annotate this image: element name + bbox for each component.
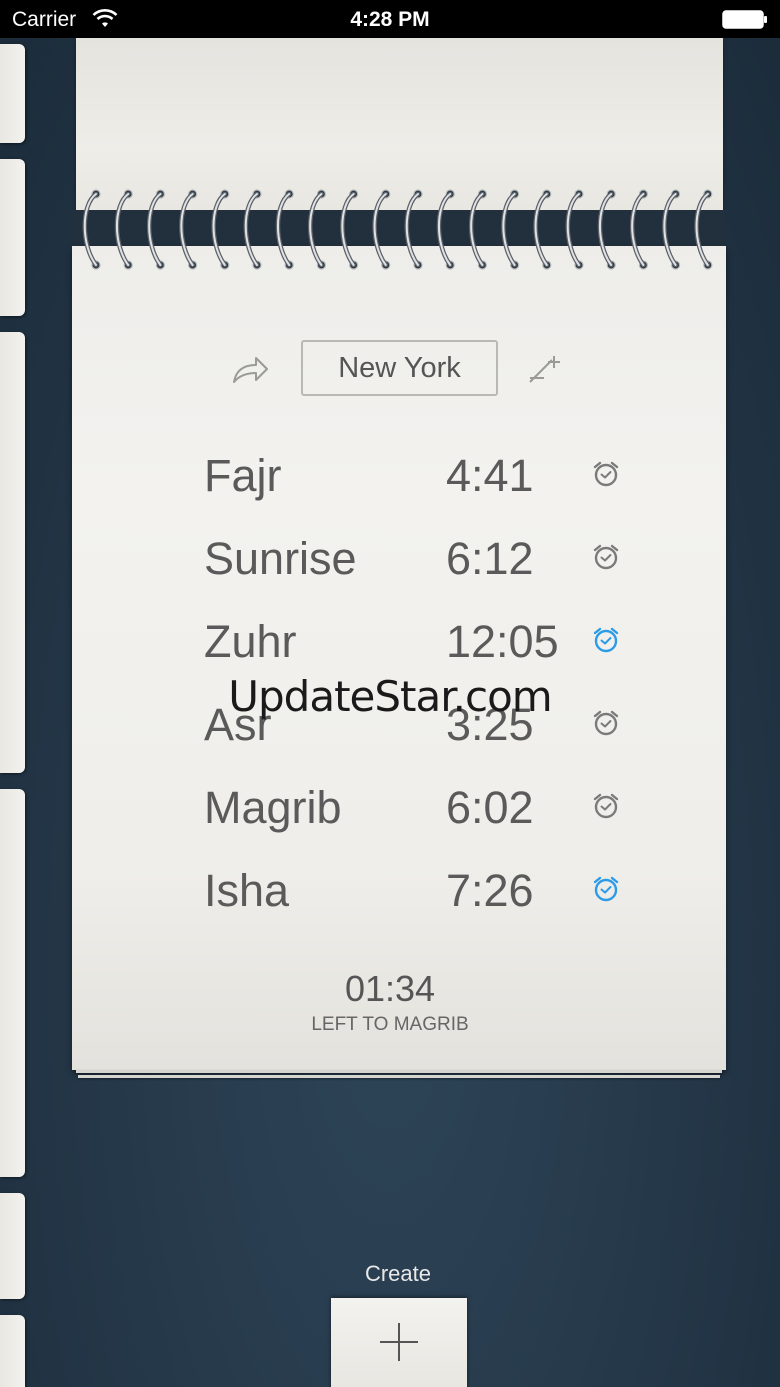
prayer-name: Sunrise (204, 533, 357, 584)
alarm-clock-icon[interactable] (592, 626, 620, 654)
alarm-clock-icon[interactable] (592, 875, 620, 903)
status-time: 4:28 PM (350, 8, 430, 31)
status-bar: Carrier 4:28 PM (0, 0, 780, 38)
prayer-row: Zuhr 12:05 (200, 616, 640, 676)
prayer-name: Magrib (204, 782, 342, 833)
side-tab-6[interactable] (0, 1315, 25, 1387)
prayer-name: Zuhr (204, 616, 297, 667)
page-stack-edge (76, 1070, 722, 1073)
alarm-clock-icon[interactable] (592, 792, 620, 820)
battery-icon (722, 10, 767, 29)
alarm-clock-icon[interactable] (592, 460, 620, 488)
add-location-icon[interactable] (526, 352, 564, 386)
page-stack-edge (78, 1075, 720, 1078)
prayer-row: Isha 7:26 (200, 865, 640, 925)
prayer-row: Fajr 4:41 (200, 450, 640, 510)
alarm-clock-icon[interactable] (592, 543, 620, 571)
create-label: Create (364, 1261, 432, 1286)
prayer-row: Sunrise 6:12 (200, 533, 640, 593)
plus-icon (380, 1323, 418, 1361)
share-arrow-icon[interactable] (230, 352, 270, 386)
prayer-name: Isha (204, 865, 290, 916)
spiral-binding (82, 189, 713, 270)
prayer-name: Fajr (204, 450, 282, 501)
prayer-row: Magrib 6:02 (200, 782, 640, 842)
prayer-time: 6:02 (446, 782, 534, 833)
prayer-time: 7:26 (446, 865, 534, 916)
side-tab-1[interactable] (0, 44, 25, 143)
side-tab-2[interactable] (0, 159, 25, 316)
prayer-time: 4:41 (446, 450, 534, 501)
countdown-label: LEFT TO MAGRIB (311, 1014, 469, 1035)
countdown-value: 01:34 (344, 968, 436, 1009)
prayer-time: 6:12 (446, 533, 534, 584)
prayer-time: 12:05 (446, 616, 559, 667)
watermark: UpdateStar.com (228, 672, 552, 721)
create-button[interactable] (331, 1298, 467, 1387)
city-selector-button[interactable]: New York (301, 340, 498, 396)
